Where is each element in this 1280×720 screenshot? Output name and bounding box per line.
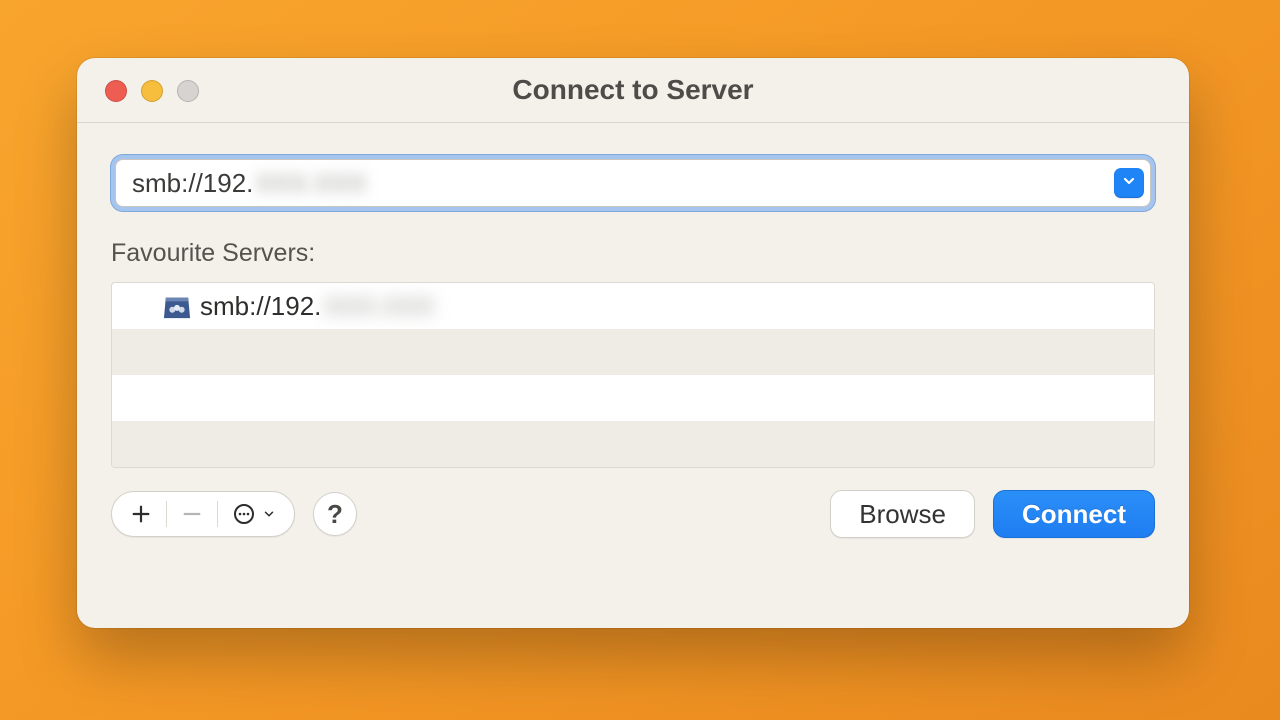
chevron-down-icon: [1121, 173, 1137, 194]
minus-icon: [181, 503, 203, 525]
window-controls: [105, 80, 199, 102]
favourites-label: Favourite Servers:: [111, 239, 1155, 268]
favourite-server-row-empty: [112, 421, 1154, 467]
list-actions-group: [111, 491, 295, 537]
help-button[interactable]: ?: [313, 492, 357, 536]
window-title: Connect to Server: [77, 74, 1189, 106]
favourite-server-row-empty: [112, 329, 1154, 375]
favourite-server-row[interactable]: smb://192.XXX.XXX: [112, 283, 1154, 329]
content-area: smb://192.XXX.XXX Favourite Servers:: [77, 123, 1189, 628]
more-actions-button[interactable]: [232, 492, 276, 536]
footer-toolbar: ? Browse Connect: [111, 490, 1155, 538]
divider: [166, 501, 167, 527]
connect-to-server-window: Connect to Server smb://192.XXX.XXX Favo…: [77, 58, 1189, 628]
favourite-server-row-empty: [112, 375, 1154, 421]
favourite-servers-list: smb://192.XXX.XXX: [111, 282, 1155, 468]
server-address-combobox[interactable]: smb://192.XXX.XXX: [115, 159, 1151, 207]
close-window-button[interactable]: [105, 80, 127, 102]
titlebar: Connect to Server: [77, 58, 1189, 123]
divider: [217, 501, 218, 527]
server-address-prefix: smb://192.: [132, 168, 253, 198]
ellipsis-circle-icon: [232, 502, 276, 526]
history-dropdown-button[interactable]: [1114, 168, 1144, 198]
remove-favourite-button[interactable]: [181, 492, 203, 536]
server-address-value: smb://192.XXX.XXX: [132, 168, 367, 199]
server-address-obscured: XXX.XXX: [253, 168, 366, 199]
server-icon: [162, 292, 192, 320]
favourite-server-prefix: smb://192.: [200, 291, 321, 321]
plus-icon: [130, 503, 152, 525]
add-favourite-button[interactable]: [130, 492, 152, 536]
connect-button[interactable]: Connect: [993, 490, 1155, 538]
question-mark-icon: ?: [327, 499, 343, 530]
server-address-focus-ring: smb://192.XXX.XXX: [111, 155, 1155, 211]
zoom-window-button[interactable]: [177, 80, 199, 102]
browse-button[interactable]: Browse: [830, 490, 975, 538]
favourite-server-address: smb://192.XXX.XXX: [200, 291, 435, 322]
favourite-server-obscured: XXX.XXX: [321, 291, 434, 322]
minimize-window-button[interactable]: [141, 80, 163, 102]
